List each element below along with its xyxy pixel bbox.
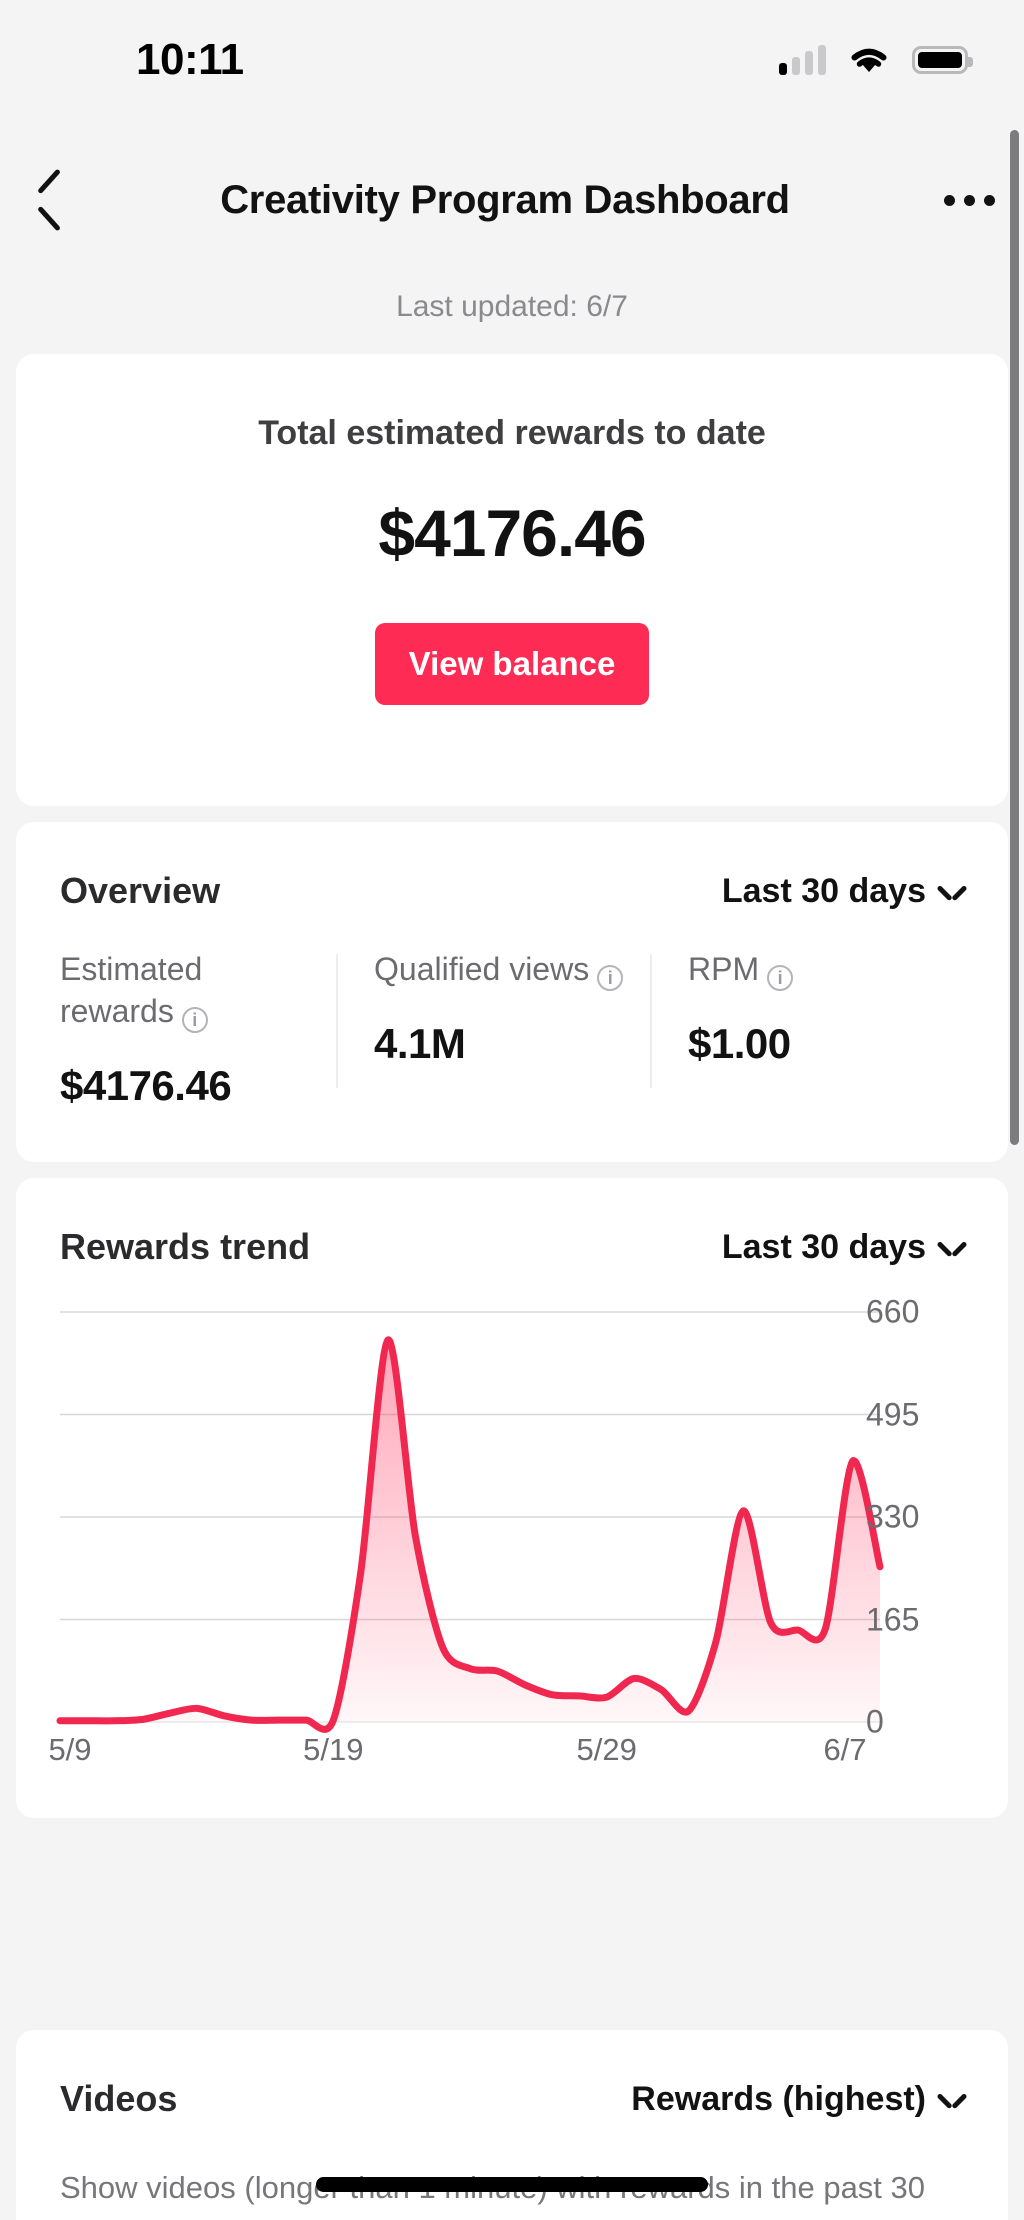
metric-value: $1.00 bbox=[688, 1020, 791, 1068]
metric-label: Estimated rewards i bbox=[60, 948, 316, 1036]
videos-description: Show videos (longer than 1 minute) with … bbox=[60, 2170, 926, 2220]
overview-range-dropdown[interactable]: Last 30 days bbox=[722, 872, 964, 911]
chart-y-tick: 495 bbox=[866, 1396, 920, 1432]
chevron-down-icon bbox=[940, 1241, 964, 1254]
status-icons bbox=[779, 45, 973, 75]
nav-header: Creativity Program Dashboard bbox=[0, 150, 1024, 250]
page-title: Creativity Program Dashboard bbox=[220, 177, 790, 222]
more-options-button[interactable] bbox=[914, 194, 1024, 206]
rewards-card: Total estimated rewards to date $4176.46… bbox=[16, 354, 1008, 806]
metric-rpm: RPM i $1.00 bbox=[650, 948, 964, 1110]
metric-value: 4.1M bbox=[374, 1020, 466, 1068]
overview-card: Overview Last 30 days Estimated rewards i… bbox=[16, 822, 1008, 1162]
metric-qualified-views: Qualified views i 4.1M bbox=[336, 948, 650, 1110]
status-time: 10:11 bbox=[136, 35, 244, 84]
chart-plot-area bbox=[56, 1311, 884, 1733]
chart-x-tick: 5/9 bbox=[48, 1732, 92, 1767]
rewards-trend-range-dropdown[interactable]: Last 30 days bbox=[722, 1228, 964, 1267]
chart-y-axis-labels: 0 165 330 495 660 bbox=[848, 1294, 998, 1740]
rewards-card-amount: $4176.46 bbox=[378, 496, 646, 570]
rewards-trend-range-label: Last 30 days bbox=[721, 1227, 926, 1266]
info-icon[interactable]: i bbox=[181, 1007, 208, 1034]
chart-x-axis-labels: 5/9 5/19 5/29 6/7 bbox=[48, 1732, 880, 1792]
home-indicator bbox=[316, 2177, 708, 2192]
rewards-trend-card: Rewards trend Last 30 days 0 165 330 495… bbox=[16, 1178, 1008, 1818]
back-button[interactable] bbox=[0, 177, 96, 223]
rewards-trend-chart[interactable]: 0 165 330 495 660 5/9 5/19 5/29 6/7 bbox=[16, 1294, 1008, 1782]
metric-label: Qualified views i bbox=[374, 948, 630, 994]
chart-x-tick: 5/19 bbox=[303, 1732, 364, 1767]
chart-y-tick: 330 bbox=[866, 1498, 920, 1535]
chart-y-tick: 165 bbox=[866, 1601, 920, 1637]
metric-label: RPM i bbox=[688, 948, 944, 994]
chevron-down-icon bbox=[940, 2093, 964, 2106]
overview-metrics: Estimated rewards i $4176.46 Qualified vi… bbox=[16, 948, 1008, 1110]
overview-range-label: Last 30 days bbox=[721, 871, 926, 910]
more-options-icon bbox=[943, 194, 995, 206]
videos-title: Videos bbox=[60, 2078, 178, 2119]
phone-screen: 10:11 Creativity Program Dashboard Last … bbox=[0, 0, 1024, 2220]
rewards-trend-title: Rewards trend bbox=[60, 1226, 311, 1267]
chart-x-tick: 5/29 bbox=[576, 1732, 637, 1767]
status-bar: 10:11 bbox=[0, 0, 1024, 120]
videos-sort-label: Rewards (highest) bbox=[631, 2079, 926, 2118]
wifi-icon bbox=[848, 45, 890, 75]
chart-y-tick: 660 bbox=[866, 1293, 920, 1330]
last-updated-text: Last updated: 6/7 bbox=[396, 290, 628, 323]
metric-estimated-rewards: Estimated rewards i $4176.46 bbox=[60, 948, 336, 1110]
overview-title: Overview bbox=[60, 870, 221, 911]
battery-full-icon bbox=[912, 46, 973, 74]
videos-sort-dropdown[interactable]: Rewards (highest) bbox=[631, 2080, 964, 2119]
info-icon[interactable]: i bbox=[767, 965, 794, 991]
signal-bars-icon bbox=[779, 45, 826, 75]
chevron-left-icon bbox=[35, 177, 61, 223]
info-icon[interactable]: i bbox=[597, 965, 624, 991]
view-balance-button[interactable]: View balance bbox=[374, 623, 650, 705]
metric-value: $4176.46 bbox=[60, 1062, 232, 1110]
rewards-card-label: Total estimated rewards to date bbox=[258, 414, 766, 452]
vertical-scrollbar[interactable] bbox=[1010, 130, 1019, 1145]
chart-x-tick: 6/7 bbox=[823, 1732, 867, 1767]
chevron-down-icon bbox=[940, 885, 964, 898]
